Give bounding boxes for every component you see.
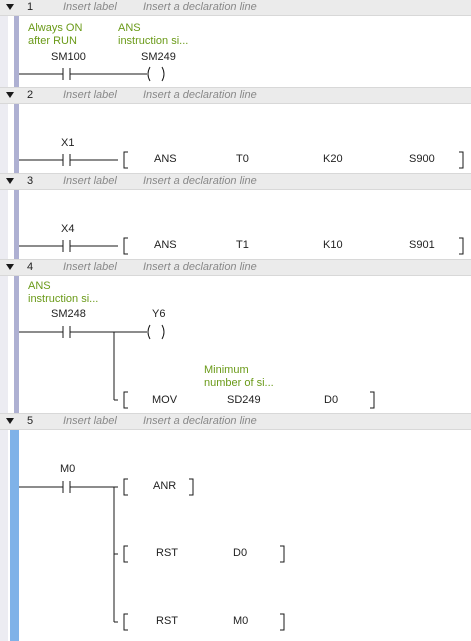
ladder-wiring — [19, 66, 464, 631]
instruction-bracket-left[interactable] — [123, 151, 128, 169]
coil-y6[interactable] — [147, 324, 151, 340]
instruction-bracket-right[interactable] — [459, 151, 464, 169]
coil-sm249[interactable] — [147, 66, 151, 82]
coil-y6[interactable] — [161, 324, 165, 340]
instruction-bracket-right[interactable] — [189, 478, 194, 496]
instruction-bracket-right[interactable] — [280, 545, 285, 563]
instruction-bracket-right[interactable] — [459, 237, 464, 255]
instruction-bracket-left[interactable] — [123, 237, 128, 255]
instruction-bracket-right[interactable] — [370, 391, 375, 409]
instruction-bracket-left[interactable] — [123, 478, 128, 496]
coil-sm249[interactable] — [161, 66, 165, 82]
rung-5-wiring — [19, 478, 285, 631]
rung-4-wiring — [19, 324, 375, 409]
instruction-bracket-left[interactable] — [123, 545, 128, 563]
instruction-bracket-left[interactable] — [123, 613, 128, 631]
rung-1-wiring — [19, 66, 165, 82]
instruction-bracket-left[interactable] — [123, 391, 128, 409]
rung-2-wiring — [19, 151, 464, 169]
rung-3-wiring — [19, 237, 464, 255]
instruction-bracket-right[interactable] — [280, 613, 285, 631]
